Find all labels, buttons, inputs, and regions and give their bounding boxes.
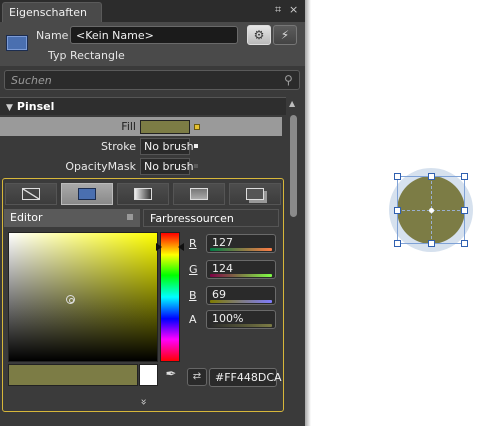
fill-label: Fill — [121, 120, 136, 133]
no-brush-tab[interactable] — [5, 183, 57, 205]
b-field[interactable]: 69 — [206, 286, 276, 305]
properties-panel: Eigenschaften ⌗ × Name <Kein Name> Typ R… — [0, 0, 305, 426]
stroke-value[interactable]: No brush — [140, 138, 194, 155]
resize-handle-top-left[interactable] — [394, 173, 401, 180]
tab-editor[interactable]: Editor — [4, 209, 140, 227]
solid-color-brush-icon — [78, 188, 96, 200]
expand-editor-icon[interactable]: » — [3, 395, 283, 409]
g-label: G — [189, 263, 198, 276]
current-color-preview — [8, 364, 138, 386]
tile-brush-tab[interactable] — [173, 183, 225, 205]
collapse-triangle-icon[interactable]: ▼ — [6, 103, 13, 113]
search-input[interactable]: Suchen — [4, 70, 300, 90]
events-icon: ⚡ — [280, 28, 290, 42]
section-pinsel-header[interactable]: ▼ Pinsel — [0, 97, 286, 115]
section-title: Pinsel — [16, 100, 55, 113]
a-label: A — [189, 313, 197, 326]
opacitymask-row[interactable]: OpacityMask No brush — [0, 157, 282, 176]
stroke-row[interactable]: Stroke No brush — [0, 137, 282, 156]
stroke-advanced-marker[interactable] — [194, 144, 198, 148]
fill-color-swatch[interactable] — [140, 120, 190, 134]
close-icon[interactable]: × — [289, 4, 298, 16]
resource-brush-tab[interactable] — [229, 183, 281, 205]
type-value: Rectangle — [70, 49, 125, 62]
gradient-brush-icon — [134, 188, 152, 200]
editor-pin-icon[interactable] — [127, 214, 133, 220]
events-mode-button[interactable]: ⚡ — [273, 25, 297, 45]
initial-color-preview[interactable] — [139, 364, 158, 386]
resize-handle-right[interactable] — [461, 207, 468, 214]
r-field[interactable]: 127 — [206, 234, 276, 253]
tab-editor-label: Editor — [10, 211, 43, 224]
hue-slider[interactable] — [160, 232, 180, 362]
hex-color-field[interactable]: #FF448DCA — [209, 368, 282, 387]
pin-icon[interactable]: ⌗ — [275, 4, 281, 16]
search-icon[interactable]: ⚲ — [284, 73, 300, 87]
r-label: R — [189, 237, 197, 250]
fill-advanced-marker[interactable] — [194, 124, 200, 130]
panel-tabbar: Eigenschaften ⌗ × — [0, 0, 305, 22]
a-field[interactable]: 100% — [206, 310, 276, 329]
scroll-thumb[interactable] — [290, 115, 297, 217]
opacitymask-label: OpacityMask — [65, 160, 136, 173]
resize-handle-bottom-right[interactable] — [461, 240, 468, 247]
resize-handle-top-right[interactable] — [461, 173, 468, 180]
color-picker-cursor[interactable] — [66, 295, 75, 304]
panel-scrollbar[interactable]: ▲ — [287, 97, 300, 407]
resource-brush-icon — [246, 188, 264, 200]
object-header: Name <Kein Name> Typ Rectangle ⚙ ⚡ — [0, 22, 305, 66]
properties-mode-button[interactable]: ⚙ — [247, 25, 271, 45]
g-field[interactable]: 124 — [206, 260, 276, 279]
opacitymask-advanced-marker[interactable] — [194, 164, 198, 168]
rectangle-type-icon — [6, 35, 28, 51]
expand-editor-glyph: » — [136, 398, 150, 406]
opacitymask-value[interactable]: No brush — [140, 158, 194, 175]
center-point-handle[interactable] — [429, 208, 434, 213]
no-brush-icon — [22, 188, 40, 200]
hue-slider-handle[interactable] — [156, 243, 184, 251]
eyedropper-icon[interactable]: ✒ — [161, 364, 181, 386]
brush-type-tabs — [5, 183, 281, 205]
g-gradient — [210, 274, 272, 277]
fill-row[interactable]: Fill — [0, 117, 282, 136]
stroke-label: Stroke — [100, 140, 136, 153]
tile-brush-icon — [190, 188, 208, 200]
r-gradient — [210, 248, 272, 251]
gradient-brush-tab[interactable] — [117, 183, 169, 205]
brush-editor: Editor Farbressourcen ✒ R 127 G 124 B 69… — [2, 178, 284, 412]
resize-handle-bottom-left[interactable] — [394, 240, 401, 247]
saturation-value-picker[interactable] — [8, 232, 158, 362]
tab-eigenschaften[interactable]: Eigenschaften — [2, 2, 102, 22]
properties-icon: ⚙ — [253, 28, 265, 42]
type-label: Typ — [48, 49, 67, 62]
solid-color-brush-tab[interactable] — [61, 183, 113, 205]
name-field[interactable]: <Kein Name> — [70, 26, 238, 44]
scroll-up-icon[interactable]: ▲ — [289, 99, 295, 108]
tab-farbressourcen[interactable]: Farbressourcen — [143, 209, 279, 227]
b-label: B — [189, 289, 197, 302]
b-gradient — [210, 300, 272, 303]
resize-handle-left[interactable] — [394, 207, 401, 214]
color-mode-toggle-icon[interactable]: ⇄ — [187, 368, 207, 386]
resize-handle-bottom[interactable] — [428, 240, 435, 247]
a-gradient — [210, 324, 272, 327]
resize-handle-top[interactable] — [428, 173, 435, 180]
name-label: Name — [36, 29, 69, 42]
